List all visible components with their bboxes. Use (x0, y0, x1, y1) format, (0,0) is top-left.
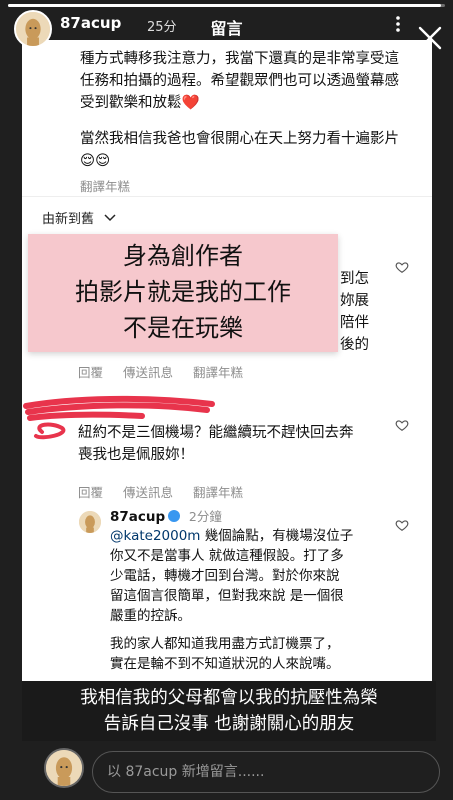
reply-line: 嚴重的控訴。 (110, 608, 191, 624)
reply-line: 少電話，轉機才回到台灣。對於你來說 (110, 568, 340, 584)
reply-line: 實在是輪不到不知道狀況的人來說嘴。 (110, 656, 340, 672)
send-message-button[interactable]: 傳送訊息 (123, 485, 173, 500)
avatar-illustration-icon (16, 12, 50, 46)
banner-line: 拍影片就是我的工作 (75, 278, 291, 306)
comment-3-actions: 回覆 傳送訊息 翻譯年糕 (78, 482, 259, 501)
sort-dropdown[interactable]: 由新到舊 (42, 208, 116, 227)
reply-header: 87acup 2分鐘 (110, 506, 222, 525)
reply-line: @kate2000m 幾個論點，有機場沒位子 (110, 526, 400, 546)
avatar-illustration-icon (46, 750, 82, 786)
close-icon[interactable] (416, 24, 444, 52)
comment-fragment: 妳展 (340, 293, 369, 309)
mention-link[interactable]: @kate2000m (110, 528, 200, 544)
verified-badge-icon (168, 510, 181, 522)
comment-line: 任務和拍攝的過程。希望觀眾們也可以透過螢幕感 (80, 73, 399, 89)
like-heart-icon[interactable] (395, 418, 409, 432)
reply-line-text: 幾個論點，有機場沒位子 (204, 528, 354, 544)
comment-line: 紐約不是三個機場？能繼續玩不趕快回去奔 (78, 425, 354, 441)
sort-label: 由新到舊 (42, 212, 95, 227)
comment-line: 當然我相信我爸也會很開心在天上努力看十遍影片 (80, 131, 399, 147)
story-username[interactable]: 87acup (60, 14, 121, 32)
story-text-banner: 身為創作者 拍影片就是我的工作 不是在玩樂 (28, 234, 338, 352)
comment-line: 喪我也是佩服妳！ (78, 447, 194, 463)
comments-panel[interactable]: 種方式轉移我注意力，我當下還真的是非常享受這 任務和拍攝的過程。希望觀眾們也可以… (22, 40, 432, 690)
reply-line: 你又不是當事人 就做這種假設。打了多 (110, 548, 344, 564)
translate-link[interactable]: 翻譯年糕 (193, 485, 243, 500)
reply-avatar[interactable] (78, 510, 102, 534)
translate-link[interactable]: 翻譯年糕 (193, 365, 243, 380)
comment-fragment: 後的 (340, 337, 369, 353)
reply-line: 我的家人都知道我用盡方式訂機票了， (110, 636, 340, 652)
avatar-illustration-icon (79, 511, 101, 533)
story-caption: 我相信我的父母都會以我的抗壓性為榮 告訴自己沒事 也謝謝關心的朋友 (22, 681, 436, 741)
story-timestamp: 25分 (147, 20, 177, 35)
comment-line: 受到歡樂和放鬆❤️ (80, 95, 200, 111)
reply-username[interactable]: 87acup (110, 509, 165, 525)
comment-line: 😌😌 (80, 153, 111, 169)
caption-line: 告訴自己沒事 也謝謝關心的朋友 (103, 714, 355, 734)
chevron-down-icon (104, 214, 116, 222)
reply-timestamp: 2分鐘 (188, 509, 222, 524)
comment-input[interactable]: 以 87acup 新增留言...... (92, 751, 440, 793)
banner-line: 身為創作者 (123, 242, 243, 270)
comment-top: 種方式轉移我注意力，我當下還真的是非常享受這 任務和拍攝的過程。希望觀眾們也可以… (80, 48, 425, 195)
current-user-avatar (44, 748, 84, 788)
story-header: 87acup 25分 留言 (0, 0, 453, 52)
comment-3: 紐約不是三個機場？能繼續玩不趕快回去奔 喪我也是佩服妳！ (78, 422, 398, 466)
comment-fragment: 到怎 (340, 271, 369, 287)
banner-line: 不是在玩樂 (123, 314, 243, 342)
reply-line: 留這個言很簡單，但對我來說 是一個很 (110, 588, 344, 604)
reply-body: @kate2000m 幾個論點，有機場沒位子 你又不是當事人 就做這種假設。打了… (110, 526, 400, 674)
divider (22, 196, 432, 197)
reply-button[interactable]: 回覆 (78, 485, 103, 500)
like-heart-icon[interactable] (395, 260, 409, 274)
comment-2-fragments: 到怎 妳展 陪伴 後的 (340, 268, 380, 356)
translate-link[interactable]: 翻譯年糕 (80, 176, 425, 195)
comment-input-bar: 以 87acup 新增留言...... (0, 742, 453, 800)
comment-line (80, 114, 425, 128)
reply-button[interactable]: 回覆 (78, 365, 103, 380)
story-avatar[interactable] (14, 10, 52, 48)
more-options-icon[interactable] (388, 14, 408, 34)
send-message-button[interactable]: 傳送訊息 (123, 365, 173, 380)
comment-2-actions: 回覆 傳送訊息 翻譯年糕 (78, 362, 259, 381)
caption-line: 我相信我的父母都會以我的抗壓性為榮 (80, 688, 378, 708)
comment-fragment: 陪伴 (340, 315, 369, 331)
